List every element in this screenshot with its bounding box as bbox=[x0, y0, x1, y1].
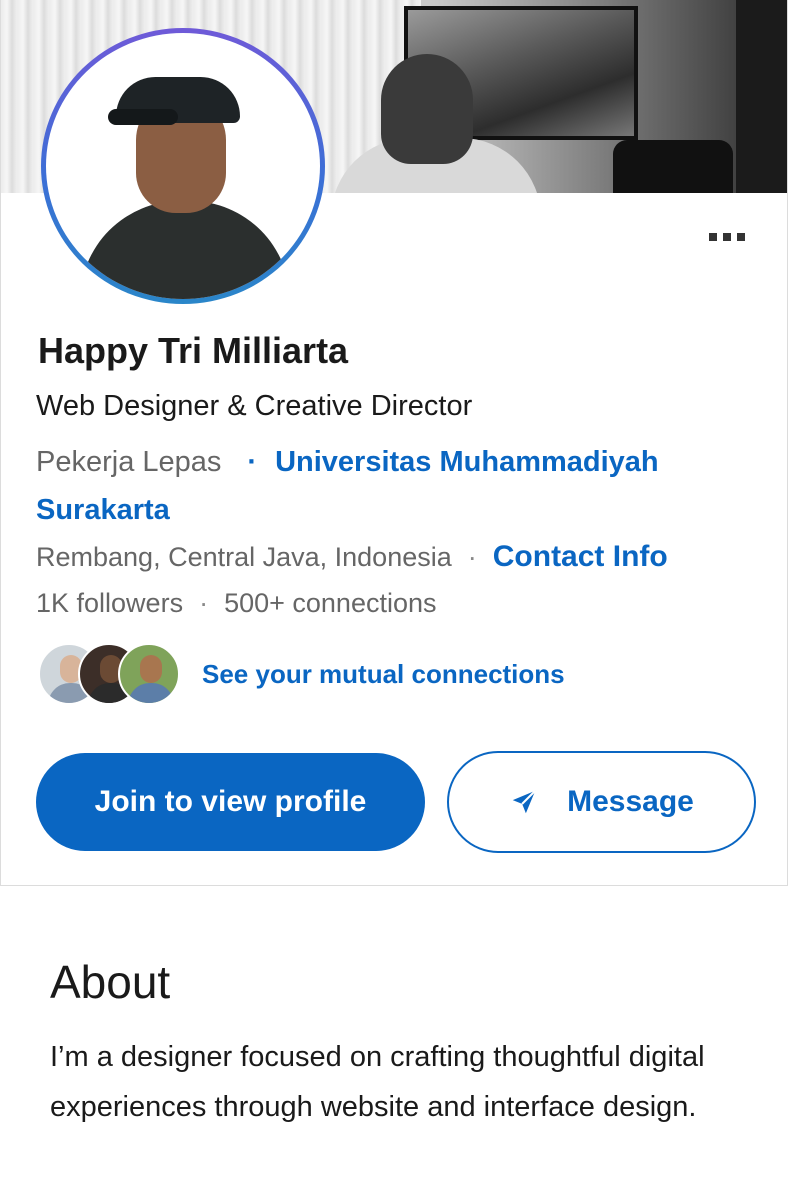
contact-info-link[interactable]: Contact Info bbox=[493, 540, 668, 574]
company-separator: · bbox=[247, 446, 258, 478]
location-line: Rembang, Central Java, Indonesia · Conta… bbox=[36, 540, 668, 574]
join-to-view-profile-button[interactable]: Join to view profile bbox=[36, 753, 425, 851]
more-dot bbox=[737, 233, 745, 241]
location-text: Rembang, Central Java, Indonesia bbox=[36, 541, 452, 572]
mutual-connections-row[interactable]: See your mutual connections bbox=[38, 643, 565, 705]
more-dot bbox=[723, 233, 731, 241]
cover-dark-area bbox=[736, 0, 787, 193]
profile-headline: Web Designer & Creative Director bbox=[36, 390, 473, 422]
cover-chair bbox=[613, 140, 733, 193]
cover-person-head bbox=[381, 54, 473, 164]
avatar-cap-brim bbox=[108, 109, 178, 125]
profile-avatar-ring[interactable] bbox=[41, 28, 325, 304]
send-icon bbox=[512, 790, 537, 814]
more-options-button[interactable] bbox=[701, 228, 753, 246]
mutual-avatar-head bbox=[140, 655, 162, 683]
profile-name: Happy Tri Milliarta bbox=[38, 330, 349, 371]
profile-avatar bbox=[46, 33, 320, 299]
current-company: Pekerja Lepas bbox=[36, 446, 222, 478]
followers-count: 1K followers bbox=[36, 588, 184, 618]
avatar-shirt bbox=[80, 201, 290, 299]
connections-count: 500+ connections bbox=[224, 588, 437, 618]
company-education-line: Pekerja Lepas · Universitas Muhammadiyah S… bbox=[36, 438, 756, 534]
mutual-avatar bbox=[118, 643, 180, 705]
profile-card: Happy Tri Milliarta Web Designer & Creat… bbox=[0, 0, 788, 886]
location-separator: · bbox=[467, 541, 477, 572]
about-text: I’m a designer focused on crafting thoug… bbox=[50, 1041, 705, 1123]
about-heading: About bbox=[50, 956, 171, 1008]
message-label: Message bbox=[567, 785, 694, 818]
more-dot bbox=[709, 233, 717, 241]
message-button[interactable]: Message bbox=[447, 751, 756, 853]
stats-separator: · bbox=[199, 588, 209, 618]
mutual-connections-link[interactable]: See your mutual connections bbox=[202, 659, 565, 690]
mutual-avatar-body bbox=[128, 683, 174, 703]
stats-line: 1K followers · 500+ connections bbox=[36, 588, 437, 619]
